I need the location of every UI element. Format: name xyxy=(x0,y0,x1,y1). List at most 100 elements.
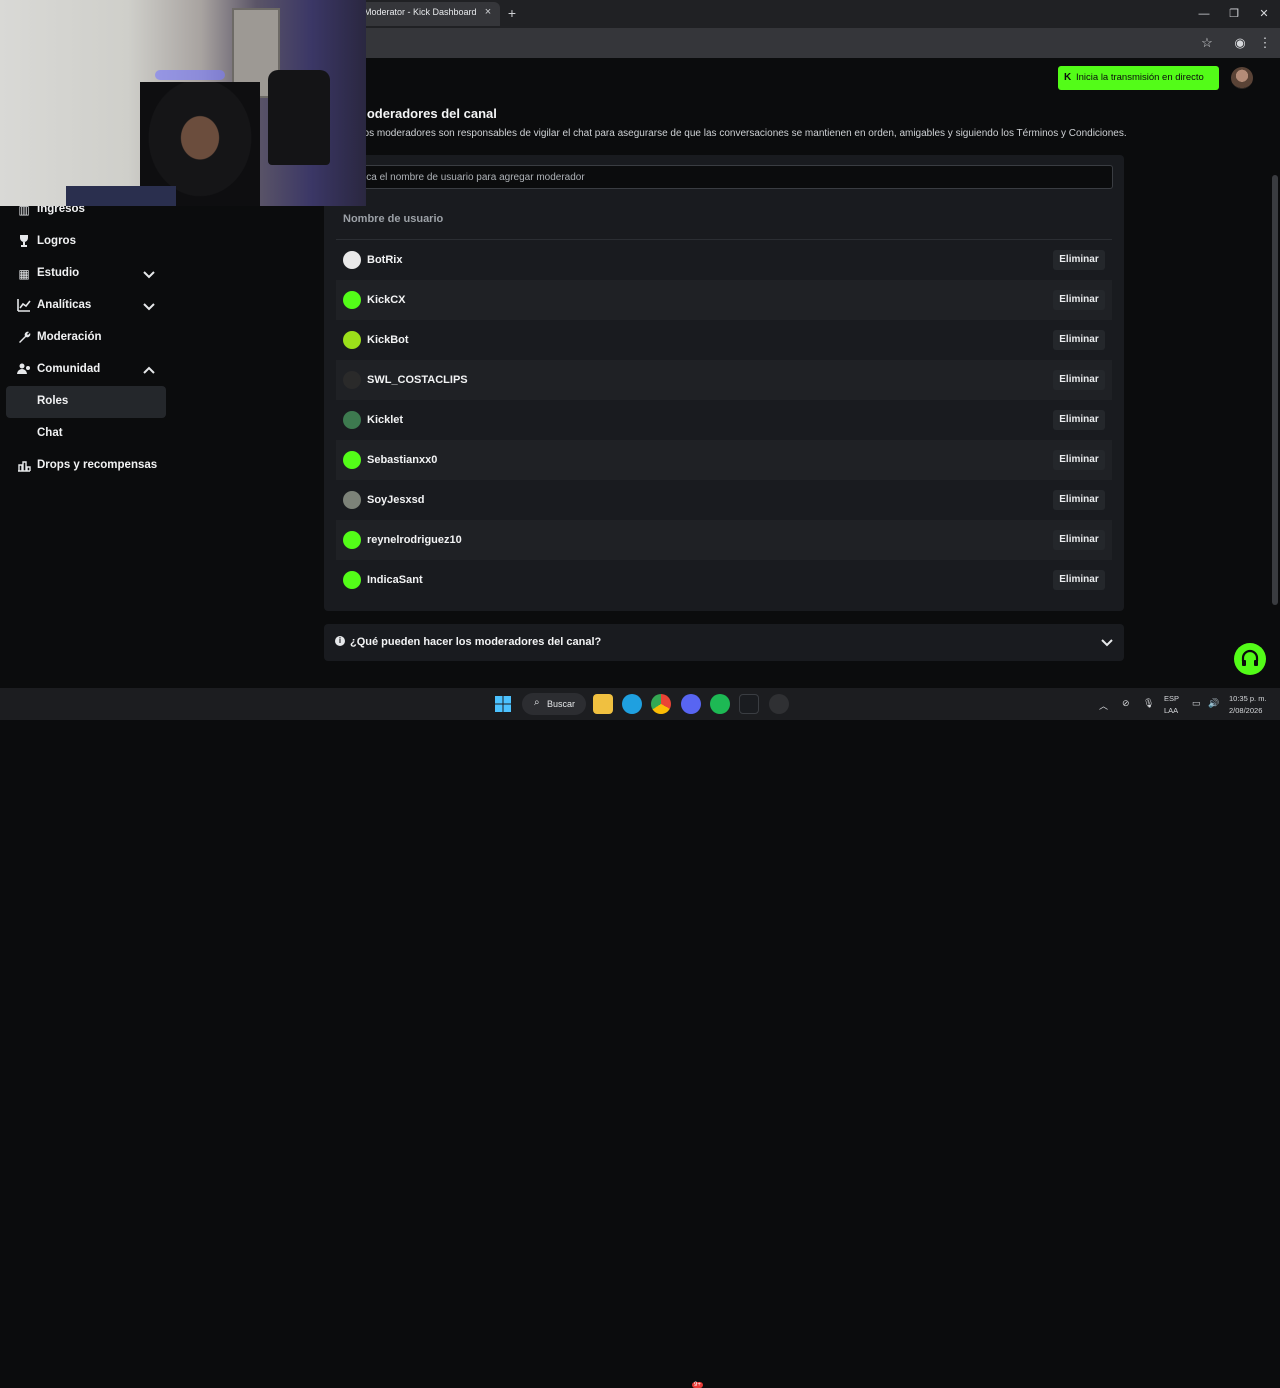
webcam-light xyxy=(155,70,225,80)
avatar xyxy=(343,331,361,349)
avatar xyxy=(343,491,361,509)
webcam-overlay xyxy=(0,0,366,206)
table-row: KickBot Eliminar xyxy=(336,320,1112,360)
tab-close-icon[interactable]: × xyxy=(482,6,494,18)
remove-moderator-button[interactable]: Eliminar xyxy=(1053,530,1105,550)
faq-label: ¿Qué pueden hacer los moderadores del ca… xyxy=(350,636,602,648)
table-row: SWL_COSTACLIPS Eliminar xyxy=(336,360,1112,400)
file-explorer-icon[interactable] xyxy=(593,694,613,714)
discord-icon[interactable] xyxy=(681,694,701,714)
spotify-icon[interactable] xyxy=(710,694,730,714)
chevron-down-icon[interactable] xyxy=(142,267,156,281)
sidebar-item-estudio[interactable]: ▦ Estudio xyxy=(6,258,166,290)
language-bottom[interactable]: LAA xyxy=(1164,706,1178,715)
app-icon[interactable] xyxy=(739,694,759,714)
discord-badge: 9+ xyxy=(692,1382,703,1388)
taskbar: ⌕ Buscar 9+ ︿ ⊘ 🎙 ESP LAA ▭ 🔊 10:35 p. m… xyxy=(0,688,1280,1388)
column-header-username: Nombre de usuario xyxy=(343,213,444,225)
avatar xyxy=(343,451,361,469)
scrollbar[interactable] xyxy=(1272,175,1278,605)
chrome-icon[interactable] xyxy=(651,694,671,714)
remove-moderator-button[interactable]: Eliminar xyxy=(1053,450,1105,470)
taskbar-search-label: Buscar xyxy=(547,699,576,709)
sidebar-item-label: Logros xyxy=(37,235,76,247)
more-icon[interactable]: ⋮ xyxy=(1256,34,1274,52)
avatar[interactable] xyxy=(1231,67,1253,89)
profile-icon[interactable]: ◉ xyxy=(1231,34,1249,52)
chevron-down-icon[interactable] xyxy=(142,299,156,313)
studio-icon: ▦ xyxy=(18,267,30,281)
network-off-icon[interactable]: ⊘ xyxy=(1122,698,1130,709)
moderator-name: SWL_COSTACLIPS xyxy=(367,374,468,386)
moderator-name: KickCX xyxy=(367,294,406,306)
close-window-icon[interactable]: ✕ xyxy=(1256,6,1272,22)
sidebar-item-drops[interactable]: Drops y recompensas xyxy=(6,450,166,482)
chevron-down-icon[interactable] xyxy=(1100,635,1114,649)
moderator-name: BotRix xyxy=(367,254,403,266)
minimize-icon[interactable]: — xyxy=(1196,6,1212,22)
table-row: BotRix Eliminar xyxy=(336,240,1112,280)
chevron-up-icon[interactable] xyxy=(142,363,156,377)
search-icon: ⌕ xyxy=(534,697,540,708)
remove-moderator-button[interactable]: Eliminar xyxy=(1053,370,1105,390)
info-icon: i xyxy=(335,636,345,646)
faq-accordion[interactable]: i ¿Qué pueden hacer los moderadores del … xyxy=(324,624,1124,661)
sidebar-item-roles[interactable]: Roles xyxy=(6,386,166,418)
remove-moderator-button[interactable]: Eliminar xyxy=(1053,330,1105,350)
moderator-name: Kicklet xyxy=(367,414,404,426)
remove-moderator-button[interactable]: Eliminar xyxy=(1053,410,1105,430)
sidebar-item-label: Analíticas xyxy=(37,299,92,311)
go-live-button[interactable]: K Inicia la transmisión en directo xyxy=(1058,66,1219,90)
go-live-label: Inicia la transmisión en directo xyxy=(1076,72,1204,83)
obs-icon[interactable] xyxy=(769,694,789,714)
taskbar-search[interactable]: ⌕ Buscar xyxy=(522,693,586,715)
table-row: SoyJesxsd Eliminar xyxy=(336,480,1112,520)
windows-start-icon[interactable] xyxy=(493,694,513,714)
remove-moderator-button[interactable]: Eliminar xyxy=(1053,250,1105,270)
volume-icon[interactable]: 🔊 xyxy=(1208,698,1219,709)
sidebar-item-logros[interactable]: Logros xyxy=(6,226,166,258)
trophy-icon xyxy=(16,234,32,250)
star-icon[interactable]: ☆ xyxy=(1198,34,1216,52)
sidebar-item-label: Moderación xyxy=(37,331,102,343)
avatar xyxy=(343,411,361,429)
tray-chevron-icon[interactable]: ︿ xyxy=(1099,699,1108,712)
moderator-name: reynelrodriguez10 xyxy=(367,534,462,546)
wrench-icon xyxy=(16,330,32,346)
avatar xyxy=(343,371,361,389)
support-button[interactable] xyxy=(1234,643,1266,675)
sidebar-item-chat[interactable]: Chat xyxy=(6,418,166,450)
tab-kick-dashboard[interactable]: Moderator - Kick Dashboard xyxy=(352,2,500,26)
display-icon[interactable]: ▭ xyxy=(1192,698,1201,709)
avatar xyxy=(343,531,361,549)
edge-icon[interactable] xyxy=(622,694,642,714)
new-tab-button[interactable]: + xyxy=(505,4,519,22)
moderator-name: Sebastianxx0 xyxy=(367,454,438,466)
sidebar-item-analiticas[interactable]: Analíticas xyxy=(6,290,166,322)
clock-date[interactable]: 2/08/2026 xyxy=(1229,706,1262,715)
language-top[interactable]: ESP xyxy=(1164,694,1179,703)
remove-moderator-button[interactable]: Eliminar xyxy=(1053,490,1105,510)
clock-time[interactable]: 10:35 p. m. xyxy=(1229,694,1267,703)
sidebar-item-label: Estudio xyxy=(37,267,80,279)
tab-title: Moderator - Kick Dashboard xyxy=(364,7,477,17)
gift-icon xyxy=(16,458,32,474)
headset-icon xyxy=(1241,649,1259,666)
analytics-icon xyxy=(16,298,32,314)
moderator-name: KickBot xyxy=(367,334,409,346)
search-input[interactable] xyxy=(340,165,1113,189)
table-row: IndicaSant Eliminar xyxy=(336,560,1112,600)
restore-icon[interactable]: ❐ xyxy=(1226,6,1242,22)
page-description: Los moderadores son responsables de vigi… xyxy=(358,128,1127,139)
moderator-name: IndicaSant xyxy=(367,574,423,586)
sidebar-item-comunidad[interactable]: Comunidad xyxy=(6,354,166,386)
sidebar-item-moderacion[interactable]: Moderación xyxy=(6,322,166,354)
remove-moderator-button[interactable]: Eliminar xyxy=(1053,570,1105,590)
table-row: KickCX Eliminar xyxy=(336,280,1112,320)
microphone-icon[interactable]: 🎙 xyxy=(1143,698,1154,709)
remove-moderator-button[interactable]: Eliminar xyxy=(1053,290,1105,310)
sidebar-item-label: Drops y recompensas xyxy=(37,459,158,471)
sidebar-item-label: Comunidad xyxy=(37,363,101,375)
avatar xyxy=(343,291,361,309)
kick-logo-icon: K xyxy=(1064,72,1072,83)
